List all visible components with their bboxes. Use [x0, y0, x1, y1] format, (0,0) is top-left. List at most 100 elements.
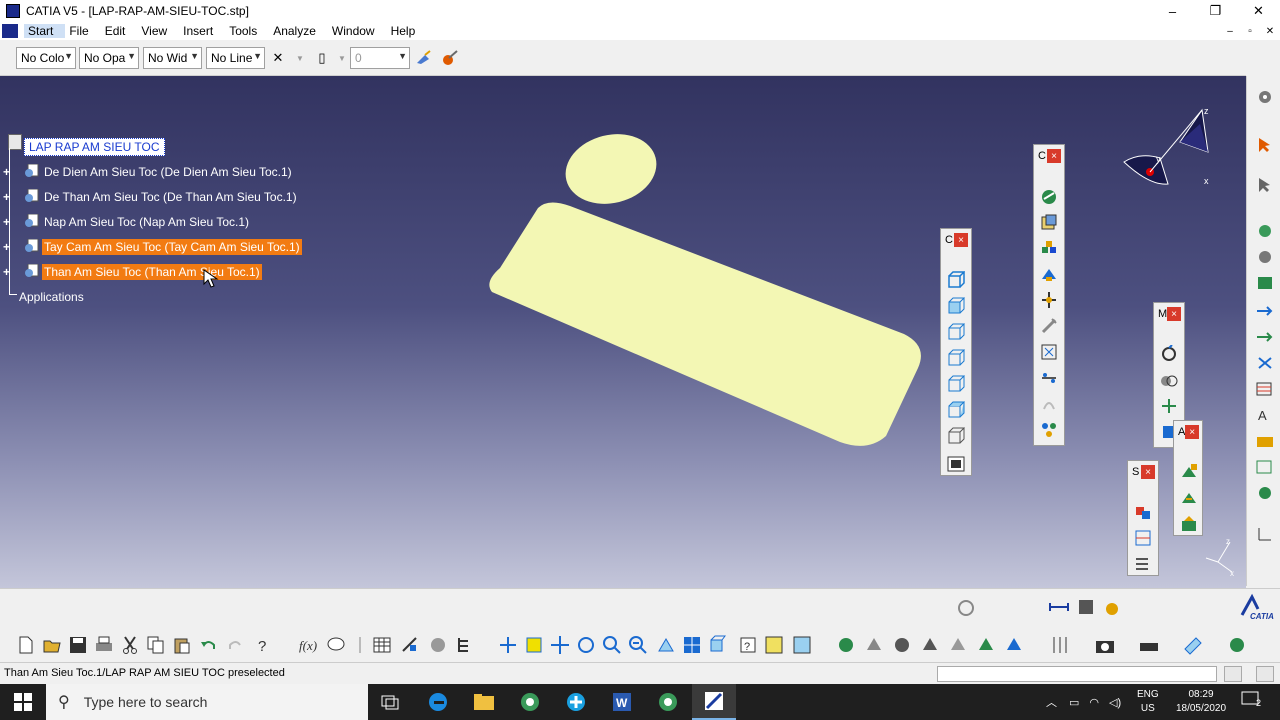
multi-view-icon[interactable] — [682, 635, 702, 655]
product-icon[interactable] — [1255, 274, 1275, 292]
command-input[interactable] — [937, 666, 1217, 682]
arrow-right-icon[interactable] — [1255, 328, 1275, 346]
expand-icon[interactable]: + — [3, 191, 15, 203]
format-painter-icon[interactable] — [414, 49, 434, 67]
line-width-select[interactable]: No Wid ▼ — [143, 47, 202, 69]
menu-file[interactable]: File — [65, 24, 100, 38]
generate-numbering-icon[interactable] — [1040, 421, 1058, 439]
maximize-button[interactable]: ❐ — [1194, 0, 1237, 22]
volume-icon[interactable]: ◁) — [1109, 696, 1121, 709]
taskbar-search[interactable]: ⚲ Type here to search — [46, 684, 368, 720]
menu-analyze[interactable]: Analyze — [269, 24, 328, 38]
doc-minimize-button[interactable]: – — [1220, 22, 1240, 40]
cursor-icon[interactable] — [1255, 176, 1275, 194]
doc-close-button[interactable]: ✕ — [1260, 22, 1280, 40]
shading-icon[interactable] — [792, 635, 812, 655]
battery-icon[interactable]: ▭ — [1069, 696, 1079, 709]
point-symbol-icon[interactable]: ✕ — [268, 49, 288, 67]
print-icon[interactable] — [94, 635, 114, 655]
part-icon[interactable] — [1182, 635, 1202, 655]
spec-tree-icon[interactable] — [454, 635, 474, 655]
normal-view-icon[interactable] — [656, 635, 676, 655]
measure-item-icon[interactable] — [1076, 597, 1096, 617]
swap-visible-space-icon[interactable] — [764, 635, 784, 655]
menu-view[interactable]: View — [137, 24, 179, 38]
line-type-select[interactable]: No Line ▼ — [206, 47, 265, 69]
measure-between-icon[interactable] — [1048, 597, 1070, 617]
document-icon[interactable] — [2, 24, 18, 38]
catia-taskbar-icon[interactable] — [692, 684, 736, 720]
hide-show-icon[interactable]: ? — [738, 635, 758, 655]
expand-icon[interactable]: + — [3, 216, 15, 228]
open-icon[interactable] — [42, 635, 62, 655]
expand-icon[interactable]: + — [3, 266, 15, 278]
named-views-icon[interactable] — [947, 455, 965, 473]
sectioning-icon[interactable] — [1134, 529, 1152, 547]
isometric-view-icon[interactable] — [947, 271, 965, 289]
rendering-style-icon[interactable]: ▯ — [312, 49, 332, 67]
axis-icon[interactable] — [1255, 526, 1275, 544]
rotate-icon[interactable] — [576, 635, 596, 655]
comment-icon[interactable] — [326, 635, 346, 655]
new-component-icon[interactable] — [1040, 213, 1058, 231]
catalog-browser-icon[interactable] — [1040, 187, 1058, 205]
left-view-icon[interactable] — [947, 349, 965, 367]
copy-icon[interactable] — [146, 635, 166, 655]
constraint-icon[interactable] — [920, 635, 940, 655]
new-product-icon[interactable] — [1040, 239, 1058, 257]
menu-start[interactable]: Start — [24, 24, 66, 38]
close-icon[interactable]: × — [1047, 149, 1061, 163]
menu-tools[interactable]: Tools — [225, 24, 269, 38]
toolbar-header[interactable]: S × — [1128, 461, 1158, 483]
close-icon[interactable]: × — [1141, 465, 1155, 479]
constraint-icon[interactable] — [864, 635, 884, 655]
chevron-down-icon[interactable]: ▼ — [290, 49, 310, 67]
toolbar-header[interactable]: C × — [941, 229, 971, 251]
tree-applications-node[interactable]: Applications — [19, 290, 84, 304]
menu-edit[interactable]: Edit — [101, 24, 138, 38]
update-icon[interactable] — [1180, 463, 1198, 481]
edge-browser-icon[interactable] — [416, 684, 460, 720]
bill-of-material-icon[interactable] — [1050, 635, 1070, 655]
undo-icon[interactable] — [198, 635, 218, 655]
status-button[interactable] — [1256, 666, 1274, 682]
right-view-icon[interactable] — [947, 375, 965, 393]
chevron-up-icon[interactable]: ︿ — [1046, 694, 1057, 710]
graph-tree-reordering-icon[interactable] — [1040, 343, 1058, 361]
fit-all-icon[interactable] — [524, 635, 544, 655]
quick-view-icon[interactable] — [708, 635, 728, 655]
color-select[interactable]: No Colo ▼ — [16, 47, 76, 69]
front-view-icon[interactable] — [947, 297, 965, 315]
graphic-properties-wizard-icon[interactable] — [440, 49, 460, 67]
constraint-icon[interactable] — [1004, 635, 1024, 655]
expand-icon[interactable]: + — [3, 166, 15, 178]
tree-item-de-than[interactable]: De Than Am Sieu Toc (De Than Am Sieu Toc… — [42, 189, 299, 205]
toolbar-header[interactable]: C × — [1034, 145, 1064, 167]
fly-mode-icon[interactable] — [498, 635, 518, 655]
table-icon[interactable] — [372, 635, 392, 655]
gear-icon[interactable] — [892, 635, 912, 655]
cut-icon[interactable] — [120, 635, 140, 655]
constraint-icon[interactable] — [948, 635, 968, 655]
gear-icon[interactable] — [836, 635, 856, 655]
formula-icon[interactable]: f(x) — [298, 635, 318, 655]
chrome-icon[interactable] — [508, 684, 552, 720]
gear-icon[interactable] — [1255, 248, 1275, 266]
menu-insert[interactable]: Insert — [179, 24, 225, 38]
table-icon[interactable] — [1255, 380, 1275, 398]
gear-icon[interactable] — [1255, 484, 1275, 502]
new-icon[interactable] — [16, 635, 36, 655]
whats-this-icon[interactable]: ? — [254, 635, 274, 655]
top-view-icon[interactable] — [947, 401, 965, 419]
assembly-feature-icon[interactable] — [1180, 515, 1198, 533]
file-explorer-icon[interactable] — [462, 684, 506, 720]
explode-icon[interactable] — [1160, 397, 1178, 415]
action-center-icon[interactable]: 2 — [1240, 690, 1270, 714]
sketch-icon[interactable] — [400, 635, 420, 655]
camera-icon[interactable] — [1094, 635, 1114, 655]
windows-start-button[interactable] — [0, 684, 46, 720]
pan-icon[interactable] — [550, 635, 570, 655]
clash-icon[interactable] — [1134, 503, 1152, 521]
snap-icon[interactable] — [1160, 371, 1178, 389]
distance-analysis-icon[interactable] — [1134, 555, 1152, 573]
